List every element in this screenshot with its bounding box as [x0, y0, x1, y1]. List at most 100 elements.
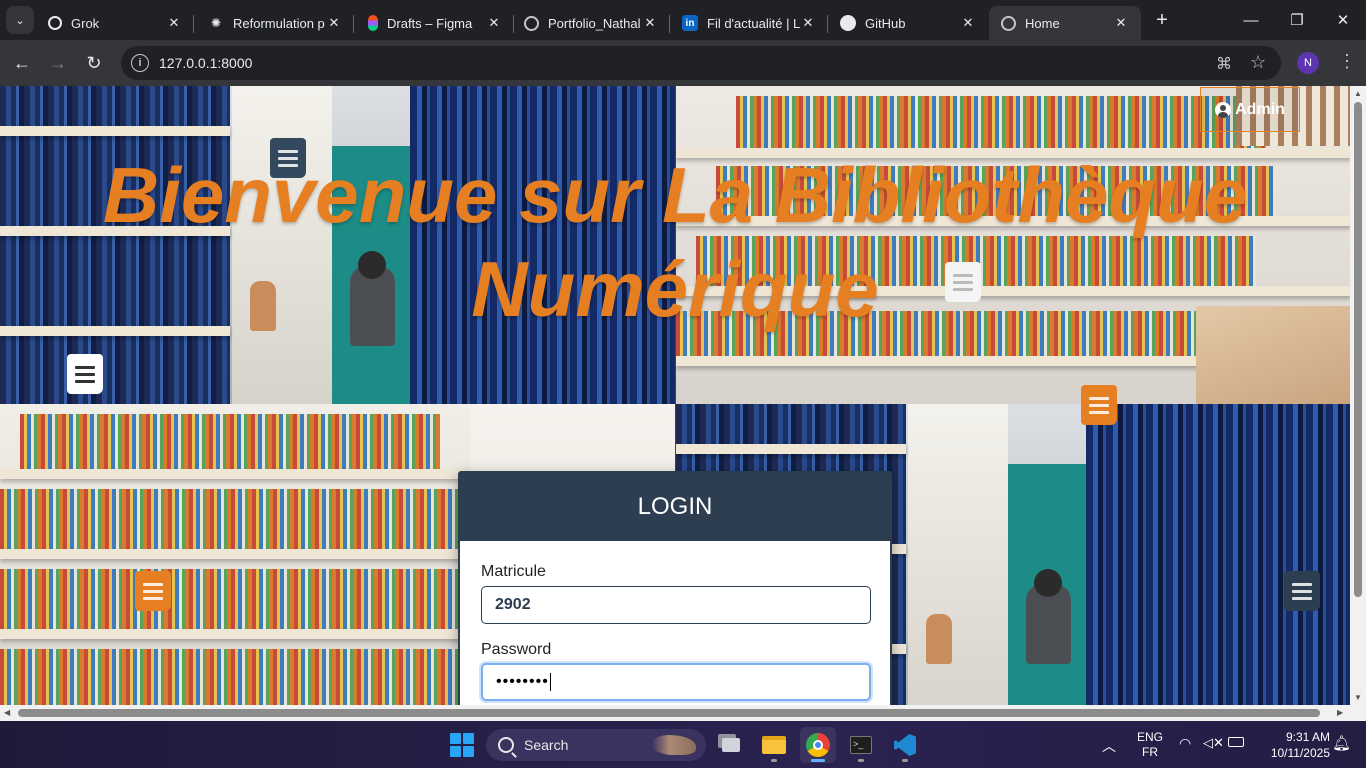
bookmark-star-icon[interactable]: ☆: [1250, 52, 1266, 73]
github-icon: [840, 15, 856, 31]
tab-title: Fil d'actualité | Li: [707, 15, 800, 31]
book-icon: [67, 354, 103, 394]
close-icon[interactable]: ✕: [960, 15, 976, 31]
horizontal-scrollbar[interactable]: ◀ ▶: [0, 705, 1366, 721]
forward-button[interactable]: →: [44, 49, 72, 77]
vscode-icon: [894, 734, 916, 756]
tab-grok[interactable]: Grok ✕: [36, 6, 194, 40]
tab-portfolio[interactable]: Portfolio_Nathal ✕: [512, 6, 670, 40]
login-card: LOGIN Matricule 2902 Password ••••••••: [458, 471, 892, 705]
translate-icon[interactable]: ⌘: [1216, 54, 1232, 74]
tab-figma[interactable]: Drafts – Figma ✕: [356, 6, 514, 40]
tab-title: GitHub: [865, 15, 906, 31]
scroll-right-icon[interactable]: ▶: [1337, 708, 1343, 717]
book-icon: [1081, 385, 1117, 425]
tab-home[interactable]: Home ✕: [989, 6, 1141, 40]
volume-muted-icon[interactable]: ◁✕: [1203, 735, 1224, 751]
notification-bell-icon[interactable]: 🔔︎: [1332, 734, 1351, 752]
search-highlight-image: [652, 735, 696, 755]
close-icon[interactable]: ✕: [1113, 15, 1129, 31]
page-viewport: Bienvenue sur La Bibliothèque Numérique …: [0, 86, 1350, 705]
reload-button[interactable]: ↻: [80, 49, 108, 77]
admin-button[interactable]: Admin: [1200, 87, 1300, 132]
language-bottom: FR: [1142, 745, 1158, 759]
close-icon[interactable]: ✕: [800, 15, 816, 31]
chevron-down-icon: ⌄: [15, 14, 25, 27]
grok-icon: [48, 16, 62, 30]
close-icon[interactable]: ✕: [166, 15, 182, 31]
wifi-icon[interactable]: ◠: [1179, 735, 1191, 752]
book-icon: [135, 571, 171, 611]
arrow-left-icon: ←: [13, 52, 31, 73]
password-label: Password: [481, 641, 552, 658]
tab-title: Home: [1025, 15, 1060, 31]
close-icon[interactable]: ✕: [642, 15, 658, 31]
openai-icon: ✺: [210, 16, 222, 30]
folder-icon: [762, 736, 786, 754]
clock[interactable]: 9:31 AM 10/11/2025: [1256, 729, 1330, 761]
tab-title: Portfolio_Nathal: [548, 15, 641, 31]
book-icon: [1284, 571, 1320, 611]
password-input[interactable]: ••••••••: [481, 663, 871, 701]
taskbar: Search >_ ︿ ENG FR ◠ ◁✕ 9:31 AM 10/11/20…: [0, 721, 1366, 768]
close-window-button[interactable]: ✕: [1320, 0, 1366, 40]
globe-icon: [524, 15, 539, 31]
taskbar-search[interactable]: Search: [486, 729, 706, 761]
url-text: 127.0.0.1:8000: [159, 55, 253, 71]
search-icon: [498, 737, 514, 753]
battery-icon[interactable]: [1228, 737, 1244, 747]
vscode-button[interactable]: [887, 727, 923, 763]
tab-title: Grok: [71, 15, 100, 31]
task-view-button[interactable]: [713, 727, 749, 763]
horizontal-scroll-thumb[interactable]: [18, 709, 1320, 717]
user-circle-icon: [1215, 101, 1232, 118]
tab-reformulation[interactable]: ✺ Reformulation p ✕: [196, 6, 354, 40]
browser-toolbar: ← → ↻ i 127.0.0.1:8000 ⌘ ☆ N ⋮: [0, 40, 1366, 86]
vertical-scroll-thumb[interactable]: [1354, 102, 1362, 597]
linkedin-icon: in: [682, 15, 698, 31]
figma-icon: [368, 15, 378, 31]
arrow-right-icon: →: [49, 52, 67, 73]
terminal-icon: >_: [850, 736, 872, 754]
close-icon[interactable]: ✕: [326, 15, 342, 31]
file-explorer-button[interactable]: [756, 727, 792, 763]
scroll-up-icon[interactable]: ▲: [1354, 89, 1362, 98]
matricule-label: Matricule: [481, 563, 546, 580]
back-button[interactable]: ←: [8, 49, 36, 77]
tab-search-button[interactable]: ⌄: [6, 6, 34, 34]
profile-avatar[interactable]: N: [1297, 52, 1319, 74]
close-icon[interactable]: ✕: [486, 15, 502, 31]
site-info-icon[interactable]: i: [131, 54, 149, 72]
chrome-icon: [806, 733, 830, 757]
more-menu-icon[interactable]: ⋮: [1338, 51, 1356, 72]
address-bar[interactable]: i 127.0.0.1:8000: [121, 46, 1281, 80]
minimize-button[interactable]: —: [1228, 0, 1274, 40]
admin-label: Admin: [1235, 100, 1285, 118]
scroll-down-icon[interactable]: ▼: [1354, 693, 1362, 702]
tab-github[interactable]: GitHub ✕: [828, 6, 988, 40]
reload-icon: ↻: [86, 52, 102, 73]
chevron-up-icon[interactable]: ︿: [1102, 736, 1116, 756]
terminal-button[interactable]: >_: [843, 727, 879, 763]
login-title: LOGIN: [460, 473, 890, 541]
hero-title: Bienvenue sur La Bibliothèque Numérique: [102, 151, 1248, 333]
tab-title: Drafts – Figma: [387, 15, 473, 31]
text-caret: [549, 673, 551, 691]
matricule-value: 2902: [495, 596, 531, 613]
scroll-left-icon[interactable]: ◀: [4, 708, 10, 717]
matricule-input[interactable]: 2902: [481, 586, 871, 624]
tab-title: Reformulation p: [233, 15, 325, 31]
chrome-taskbar-button[interactable]: [800, 727, 836, 763]
password-value: ••••••••: [496, 673, 549, 690]
clock-time: 9:31 AM: [1285, 730, 1330, 744]
maximize-button[interactable]: ❐: [1274, 0, 1320, 40]
clock-date: 10/11/2025: [1270, 746, 1330, 760]
language-top: ENG: [1136, 730, 1163, 744]
tab-strip: ⌄ Grok ✕ ✺ Reformulation p ✕ Drafts – Fi…: [0, 0, 1366, 40]
taskbar-search-label: Search: [524, 737, 569, 753]
vertical-scrollbar[interactable]: ▲ ▼: [1350, 86, 1366, 705]
language-indicator[interactable]: ENG FR: [1134, 730, 1166, 760]
tab-linkedin[interactable]: in Fil d'actualité | Li ✕: [670, 6, 828, 40]
windows-start-icon[interactable]: [450, 733, 474, 757]
new-tab-button[interactable]: +: [1150, 8, 1174, 32]
